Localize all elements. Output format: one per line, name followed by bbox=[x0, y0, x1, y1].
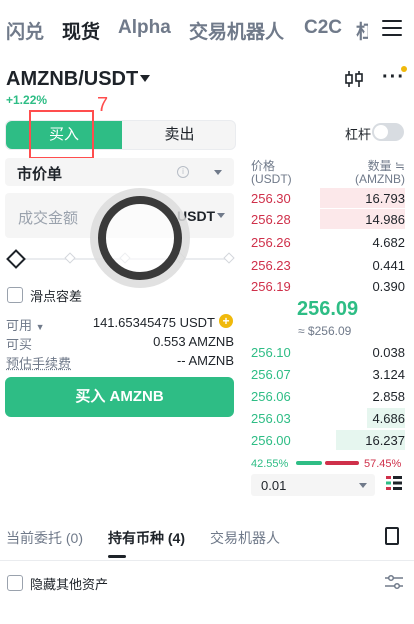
notification-dot bbox=[401, 66, 407, 72]
ask-qty: 16.793 bbox=[365, 191, 405, 206]
depth-precision-select[interactable]: 0.01 bbox=[251, 474, 375, 496]
tab-spot[interactable]: 现货 bbox=[62, 17, 100, 44]
amount-placeholder: 成交金额 bbox=[18, 210, 79, 227]
ask-price: 256.23 bbox=[251, 258, 291, 273]
available-label[interactable]: 可用 ▼ bbox=[6, 315, 45, 334]
can-buy-value: 0.553 AMZNB bbox=[153, 334, 234, 349]
tab-c2c[interactable]: C2C bbox=[304, 17, 342, 39]
orderbook-layout-icon[interactable] bbox=[386, 475, 402, 491]
pair-symbol[interactable]: AMZNB/USDT bbox=[6, 68, 138, 91]
bid-qty: 2.858 bbox=[372, 389, 405, 404]
ob-qty-unit: (AMZNB) bbox=[355, 172, 405, 186]
ask-row[interactable]: 256.23 0.441 bbox=[251, 255, 405, 275]
candlestick-chart-icon[interactable] bbox=[344, 70, 364, 88]
annotation-number: 7 bbox=[97, 94, 109, 116]
hide-assets-label: 隐藏其他资产 bbox=[30, 577, 109, 592]
slider-tick[interactable] bbox=[64, 252, 76, 264]
bid-price: 256.06 bbox=[251, 389, 291, 404]
ask-qty: 0.390 bbox=[372, 279, 405, 294]
buy-ratio: 42.55% bbox=[251, 458, 289, 470]
ask-price: 256.19 bbox=[251, 279, 291, 294]
pair-dropdown-caret-icon[interactable] bbox=[140, 75, 150, 82]
tab-holdings[interactable]: 持有币种 (4) bbox=[108, 528, 185, 548]
available-label-text: 可用 bbox=[6, 318, 33, 333]
last-price-usd: ≈ $256.09 bbox=[298, 324, 352, 338]
bid-price: 256.10 bbox=[251, 345, 291, 360]
ask-price: 256.26 bbox=[251, 235, 291, 250]
ask-qty: 14.986 bbox=[365, 212, 405, 227]
buy-submit-button[interactable]: 买入 AMZNB bbox=[5, 377, 234, 417]
bid-row[interactable]: 256.06 2.858 bbox=[251, 386, 405, 406]
bid-qty: 0.038 bbox=[372, 345, 405, 360]
bid-row[interactable]: 256.00 16.237 bbox=[251, 430, 405, 450]
sell-tab[interactable]: 卖出 bbox=[124, 121, 235, 149]
top-tab-bar: 闪兑 现货 Alpha 交易机器人 C2C 杠 bbox=[0, 0, 414, 56]
ask-row[interactable]: 256.28 14.986 bbox=[251, 209, 405, 229]
ask-row[interactable]: 256.30 16.793 bbox=[251, 188, 405, 208]
info-icon[interactable]: i bbox=[177, 166, 189, 178]
bid-qty: 16.237 bbox=[365, 433, 405, 448]
bid-row[interactable]: 256.03 4.686 bbox=[251, 408, 405, 428]
bid-price: 256.07 bbox=[251, 367, 291, 382]
tab-swap[interactable]: 闪兑 bbox=[6, 17, 44, 44]
ask-qty: 0.441 bbox=[372, 258, 405, 273]
bid-price: 256.00 bbox=[251, 433, 291, 448]
sell-ratio-bar bbox=[325, 461, 359, 465]
price-change: +1.22% bbox=[6, 93, 48, 107]
ask-row[interactable]: 256.26 4.682 bbox=[251, 232, 405, 252]
slider-handle[interactable] bbox=[6, 249, 26, 269]
ask-price: 256.28 bbox=[251, 212, 291, 227]
est-fee-value: -- AMZNB bbox=[176, 353, 234, 368]
slider-tick[interactable] bbox=[223, 252, 235, 264]
slippage-label: 滑点容差 bbox=[30, 289, 83, 304]
amount-currency[interactable]: USDT bbox=[177, 208, 215, 224]
bid-price: 256.03 bbox=[251, 411, 291, 426]
hamburger-menu-icon[interactable] bbox=[382, 20, 402, 36]
currency-chevron-icon bbox=[217, 213, 225, 218]
ask-price: 256.30 bbox=[251, 191, 291, 206]
order-type-select[interactable]: 市价单 i bbox=[5, 158, 234, 186]
bid-row[interactable]: 256.10 0.038 bbox=[251, 342, 405, 362]
bid-row[interactable]: 256.07 3.124 bbox=[251, 364, 405, 384]
can-buy-label: 可买 bbox=[6, 337, 33, 352]
last-price: 256.09 bbox=[297, 298, 359, 320]
annotation-highlight-box bbox=[29, 110, 94, 159]
ob-price-unit: (USDT) bbox=[251, 172, 292, 186]
chevron-down-icon bbox=[214, 170, 222, 175]
ask-row[interactable]: 256.19 0.390 bbox=[251, 276, 405, 296]
filter-settings-icon[interactable] bbox=[385, 574, 403, 590]
tab-bots[interactable]: 交易机器人 bbox=[210, 528, 280, 548]
tab-open-orders[interactable]: 当前委托 (0) bbox=[6, 528, 83, 548]
depth-precision-value: 0.01 bbox=[261, 478, 287, 493]
order-type-value: 市价单 bbox=[17, 166, 63, 183]
tab-margin-truncated[interactable]: 杠 bbox=[356, 17, 368, 44]
tab-trading-bots[interactable]: 交易机器人 bbox=[189, 17, 284, 44]
add-funds-icon[interactable]: + bbox=[219, 314, 233, 328]
orders-tab-bar: 当前委托 (0) 持有币种 (4) 交易机器人 bbox=[0, 520, 414, 561]
available-value: 141.65345475 USDT bbox=[92, 315, 215, 330]
active-tab-indicator bbox=[108, 555, 126, 558]
ask-qty: 4.682 bbox=[372, 235, 405, 250]
chevron-down-icon bbox=[359, 483, 367, 488]
bid-qty: 4.686 bbox=[372, 411, 405, 426]
bid-qty: 3.124 bbox=[372, 367, 405, 382]
slippage-checkbox[interactable] bbox=[7, 287, 23, 303]
margin-toggle[interactable] bbox=[372, 123, 404, 141]
touch-indicator-overlay bbox=[98, 196, 182, 280]
tab-alpha[interactable]: Alpha bbox=[118, 17, 171, 39]
margin-label: 杠杆 bbox=[345, 127, 372, 142]
buy-ratio-bar bbox=[296, 461, 322, 465]
hide-assets-checkbox[interactable] bbox=[7, 575, 23, 591]
order-history-icon[interactable] bbox=[385, 527, 399, 545]
sell-ratio: 57.45% bbox=[364, 458, 402, 470]
